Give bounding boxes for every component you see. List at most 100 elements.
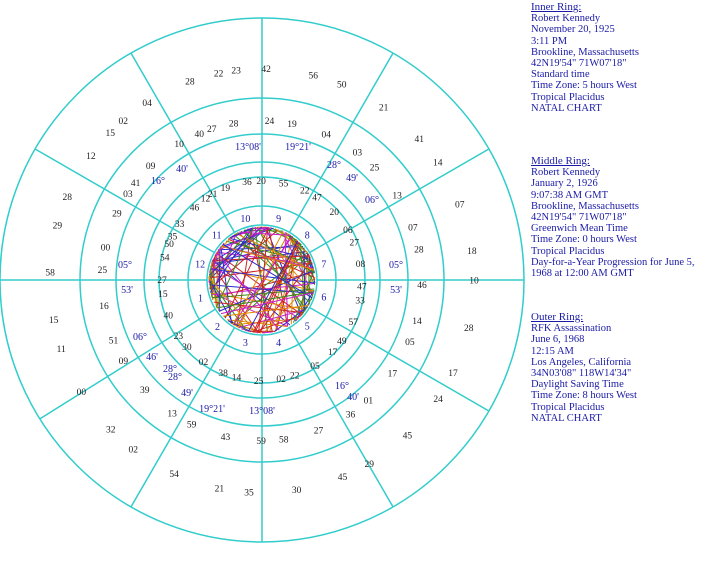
- middle-ring-line: Time Zone: 0 hours West: [531, 234, 637, 246]
- planet-degree-label: 54: [160, 253, 170, 263]
- house-number: 8: [305, 231, 310, 242]
- planet-degree-label: 02: [199, 358, 209, 368]
- planet-degree-label: 04: [142, 99, 152, 109]
- planet-degree-label: 08: [356, 260, 366, 270]
- planet-degree-label: 24: [265, 117, 275, 127]
- planet-degree-label: 22: [214, 69, 224, 79]
- planet-degree-label: 54: [169, 470, 179, 480]
- house-cusp-line: [309, 306, 490, 412]
- planet-degree-label: 16: [99, 302, 109, 312]
- inner-ring-line: Brookline, Massachusetts: [531, 46, 639, 58]
- aspect-lines: [208, 226, 316, 334]
- planet-degree-label: 27: [314, 427, 324, 437]
- planet-degree-label: 28: [464, 324, 474, 334]
- planet-degree-label: 15: [49, 316, 59, 326]
- planet-degree-label: 14: [232, 374, 242, 384]
- cusp-degree-label: 13°08': [235, 142, 261, 153]
- inner-ring-heading: Inner Ring:: [531, 1, 582, 13]
- planet-degree-label: 03: [353, 149, 363, 159]
- outer-ring-info: Outer Ring: RFK Assassination June 6, 19…: [531, 311, 711, 424]
- planet-degree-label: 27: [207, 125, 217, 135]
- inner-ring-line: November 20, 1925: [531, 24, 615, 36]
- planet-degree-label: 22: [290, 371, 300, 381]
- planet-degree-label: 18: [467, 247, 477, 257]
- inner-ring-line: NATAL CHART: [531, 102, 602, 114]
- outer-ring-line: Tropical Placidus: [531, 401, 605, 413]
- planet-degree-label: 24: [433, 395, 443, 405]
- planet-degree-label: 36: [242, 178, 252, 188]
- planet-degree-label: 58: [279, 436, 289, 446]
- planet-degree-label: 47: [357, 282, 367, 292]
- house-number: 12: [195, 259, 205, 270]
- cusp-degree-label: 49': [181, 388, 193, 399]
- planet-degree-label: 41: [415, 135, 425, 145]
- cusp-degree-label: 19°21': [285, 142, 311, 153]
- planet-degree-label: 56: [309, 71, 319, 81]
- inner-ring-line: 3:11 PM: [531, 35, 568, 47]
- planet-degree-label: 33: [355, 296, 365, 306]
- outer-ring-line: June 6, 1968: [531, 334, 585, 346]
- planet-degree-label: 04: [322, 130, 332, 140]
- house-number: 1: [198, 294, 203, 305]
- house-number: 10: [240, 214, 250, 225]
- planet-degree-label: 45: [338, 473, 348, 483]
- house-number: 5: [305, 321, 310, 332]
- planet-degree-label: 28: [185, 78, 195, 88]
- planet-degree-label: 41: [131, 179, 141, 189]
- inner-ring-line: Standard time: [531, 69, 590, 81]
- planet-degree-label: 43: [221, 433, 231, 443]
- middle-ring-line: 42N19'54" 71W07'18": [531, 212, 627, 224]
- planet-degree-label: 39: [140, 386, 150, 396]
- planet-degree-label: 13: [392, 191, 402, 201]
- middle-ring-line: Tropical Placidus: [531, 245, 605, 257]
- cusp-degree-label: 28°: [168, 372, 182, 383]
- house-number: 2: [215, 322, 220, 333]
- planet-degree-label: 06: [343, 226, 353, 236]
- middle-ring-heading: Middle Ring:: [531, 155, 590, 167]
- planet-degree-label: 47: [312, 194, 322, 204]
- planet-degree-label: 15: [158, 290, 168, 300]
- planet-degree-label: 19: [287, 120, 297, 130]
- middle-ring-line: Robert Kennedy: [531, 167, 601, 179]
- planet-degree-label: 30: [182, 343, 192, 353]
- planet-degree-label: 03: [123, 190, 133, 200]
- planet-degree-label: 45: [403, 431, 413, 441]
- middle-ring-info: Middle Ring: Robert Kennedy January 2, 1…: [531, 155, 711, 279]
- planet-degree-label: 15: [106, 129, 116, 139]
- house-number: 6: [321, 293, 326, 304]
- outer-ring-line: NATAL CHART: [531, 412, 602, 424]
- outer-ring-heading: Outer Ring:: [531, 311, 584, 323]
- inner-ring-line: Robert Kennedy: [531, 13, 601, 25]
- middle-ring-line: Greenwich Mean Time: [531, 223, 628, 235]
- planet-degree-label: 59: [187, 421, 197, 431]
- planet-degree-label: 29: [112, 210, 122, 220]
- planet-degree-label: 55: [279, 179, 289, 189]
- outer-ring-line: Daylight Saving Time: [531, 379, 624, 391]
- house-cusp-lines: [0, 18, 524, 542]
- planet-degree-label: 46: [190, 203, 200, 213]
- cusp-degree-label: 13°08': [249, 406, 275, 417]
- cusp-degree-label: 49': [346, 173, 358, 184]
- planet-degree-label: 00: [77, 388, 87, 398]
- middle-ring-line: January 2, 1926: [531, 178, 598, 190]
- planet-degree-label: 29: [53, 221, 63, 231]
- planet-degree-label: 20: [256, 177, 266, 187]
- planet-degree-label: 17: [328, 348, 338, 358]
- house-number: 9: [276, 214, 281, 225]
- inner-ring-line: Tropical Placidus: [531, 91, 605, 103]
- planet-degree-label: 01: [364, 396, 374, 406]
- planet-degree-label: 25: [254, 377, 264, 387]
- house-number: 11: [212, 231, 222, 242]
- planet-degree-label: 07: [408, 224, 418, 234]
- cusp-degree-label: 05°: [389, 260, 403, 271]
- cusp-degree-label: 53': [121, 285, 133, 296]
- planet-degree-label: 12: [201, 194, 211, 204]
- planet-degree-label: 28: [229, 120, 239, 130]
- planet-degree-label: 20: [330, 208, 340, 218]
- planet-degree-label: 50: [337, 81, 347, 91]
- outer-ring-line: Time Zone: 8 hours West: [531, 390, 637, 402]
- planet-degree-label: 38: [218, 369, 228, 379]
- planet-degree-label: 00: [101, 244, 111, 254]
- house-number: 4: [276, 338, 281, 349]
- astrology-chart-wheel: 123 456789101112 13°08' 19°21'28°49'06°05°…: [0, 17, 525, 543]
